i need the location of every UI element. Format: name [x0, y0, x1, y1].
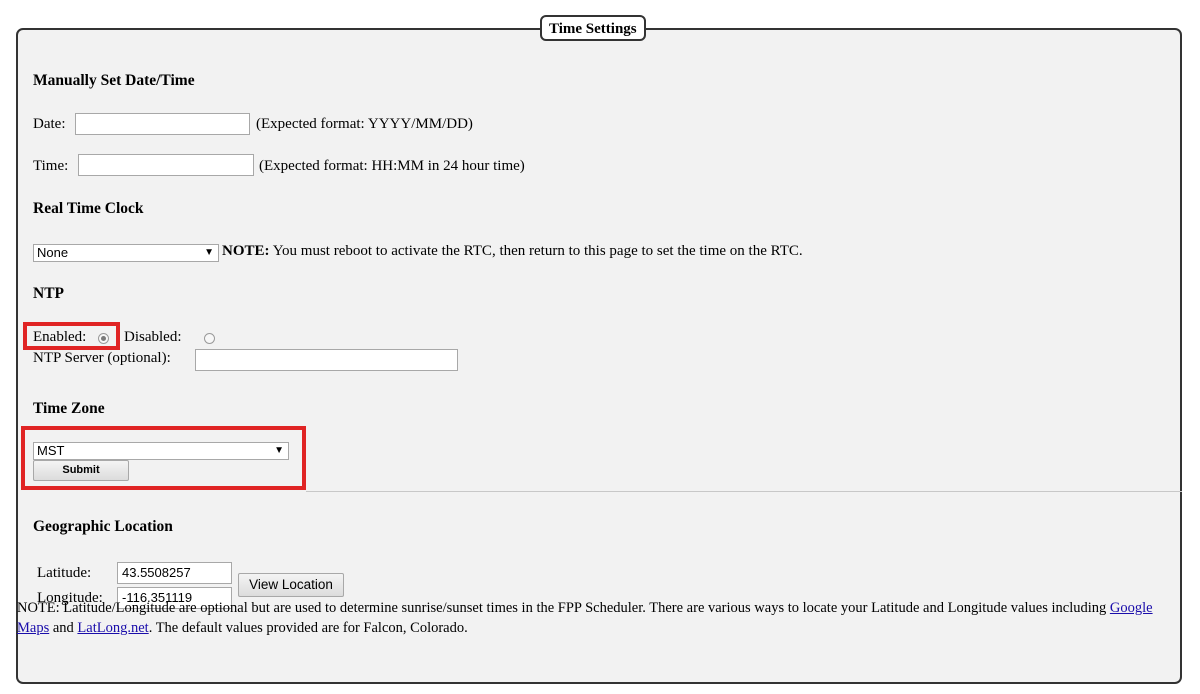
section-divider [306, 491, 1182, 492]
latitude-label: Latitude: [37, 565, 92, 581]
view-location-button[interactable]: View Location [238, 573, 344, 597]
latlong-link[interactable]: LatLong.net [77, 620, 148, 636]
ntp-heading: NTP [33, 285, 64, 302]
geo-note-text-2: . The default values provided are for Fa… [148, 620, 468, 636]
ntp-enabled-label: Enabled: [33, 329, 87, 345]
ntp-enabled-radio[interactable] [98, 333, 109, 344]
triangle-down-icon: ▼ [204, 247, 214, 258]
radio-checked-dot [101, 336, 106, 341]
geo-note-text-1: NOTE: Latitude/Longitude are optional bu… [17, 600, 1110, 616]
rtc-select[interactable]: None ▼ [33, 244, 219, 262]
fieldset-legend: Time Settings [540, 15, 646, 41]
latitude-input[interactable]: 43.5508257 [117, 562, 232, 584]
geo-note: NOTE: Latitude/Longitude are optional bu… [17, 598, 1157, 638]
timezone-select[interactable]: MST ▼ [33, 442, 289, 460]
manual-datetime-heading: Manually Set Date/Time [33, 72, 195, 89]
timezone-heading: Time Zone [33, 400, 105, 417]
time-input[interactable] [78, 154, 254, 176]
ntp-server-input[interactable] [195, 349, 458, 371]
submit-button[interactable]: Submit [33, 460, 129, 481]
rtc-note: NOTE: You must reboot to activate the RT… [222, 243, 803, 260]
time-format-hint: (Expected format: HH:MM in 24 hour time) [259, 158, 525, 174]
geo-heading: Geographic Location [33, 518, 173, 535]
ntp-disabled-radio[interactable] [204, 333, 215, 344]
timezone-select-value: MST [37, 443, 65, 458]
rtc-select-value: None [37, 245, 69, 260]
geo-note-and: and [49, 620, 78, 636]
rtc-heading: Real Time Clock [33, 200, 144, 217]
time-label: Time: [33, 158, 69, 174]
ntp-server-label: NTP Server (optional): [33, 350, 171, 366]
date-format-hint: (Expected format: YYYY/MM/DD) [256, 116, 473, 132]
date-input[interactable] [75, 113, 250, 135]
date-label: Date: [33, 116, 66, 132]
triangle-down-icon: ▼ [274, 445, 284, 456]
rtc-note-label: NOTE: [222, 243, 270, 259]
rtc-note-text: You must reboot to activate the RTC, the… [272, 243, 803, 259]
ntp-disabled-label: Disabled: [124, 329, 182, 345]
